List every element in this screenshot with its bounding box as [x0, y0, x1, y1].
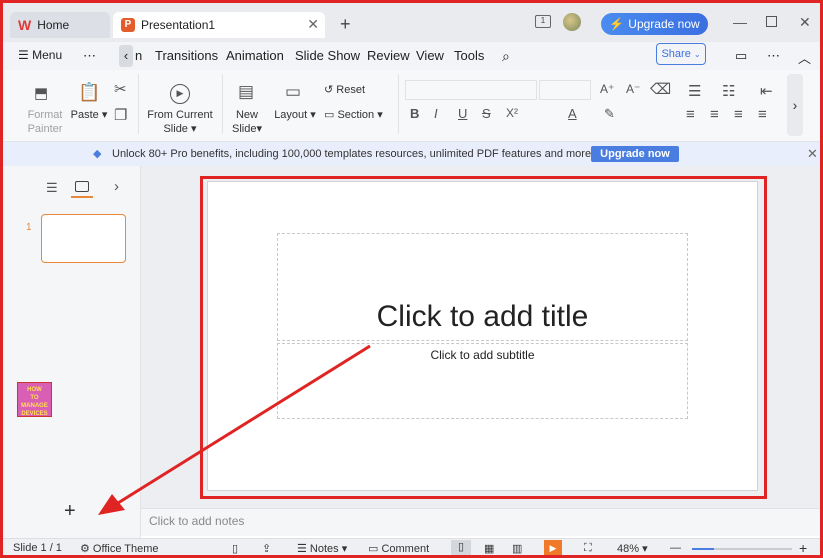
arrow-shaft	[117, 344, 371, 505]
arrow-head	[98, 494, 125, 515]
annotation-arrow	[98, 344, 371, 515]
